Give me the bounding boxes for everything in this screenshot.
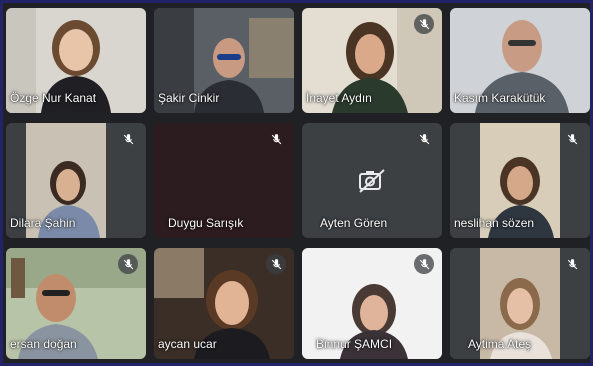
participant-tile[interactable]: neslihan sözen (450, 123, 590, 238)
participant-grid: Özge Nur Kanat Şakir Cinkir İnayet Aydın… (6, 8, 590, 359)
camera-off-icon (359, 168, 385, 193)
participant-name: Dilara Şahin (10, 216, 76, 230)
participant-tile[interactable]: Aytima Ateş (450, 248, 590, 359)
mic-off-icon (414, 129, 434, 149)
mic-off-icon (266, 129, 286, 149)
mic-off-icon (118, 254, 138, 274)
participant-name: İnayet Aydın (306, 91, 372, 105)
participant-name: Şakir Cinkir (158, 91, 220, 105)
participant-tile[interactable]: Dilara Şahin (6, 123, 146, 238)
meeting-window: Özge Nur Kanat Şakir Cinkir İnayet Aydın… (0, 0, 593, 366)
mic-off-icon (118, 129, 138, 149)
participant-tile[interactable]: ersan doğan (6, 248, 146, 359)
participant-name: Aytima Ateş (468, 337, 532, 351)
participant-name: neslihan sözen (454, 216, 535, 230)
participant-name: Binnur ŞAMCI (316, 337, 393, 351)
participant-name: Kasım Karakütük (454, 91, 546, 105)
mic-off-icon (266, 254, 286, 274)
mic-off-icon (414, 14, 434, 34)
participant-tile[interactable]: Özge Nur Kanat (6, 8, 146, 113)
participant-tile[interactable]: Binnur ŞAMCI (302, 248, 442, 359)
participant-tile[interactable]: Kasım Karakütük (450, 8, 590, 113)
participant-name: Ayten Gören (320, 216, 388, 230)
mic-off-icon (414, 254, 434, 274)
mic-off-icon (562, 129, 582, 149)
participant-name: ersan doğan (10, 337, 77, 351)
participant-tile[interactable]: aycan ucar (154, 248, 294, 359)
participant-name: aycan ucar (158, 337, 217, 351)
participant-tile[interactable]: Duygu Sarışık (154, 123, 294, 238)
mic-off-icon (562, 254, 582, 274)
participant-name: Özge Nur Kanat (10, 91, 97, 105)
participant-tile[interactable]: İnayet Aydın (302, 8, 442, 113)
participant-name: Duygu Sarışık (168, 216, 244, 230)
participant-tile[interactable]: Şakir Cinkir (154, 8, 294, 113)
participant-tile[interactable]: Ayten Gören (302, 123, 442, 238)
